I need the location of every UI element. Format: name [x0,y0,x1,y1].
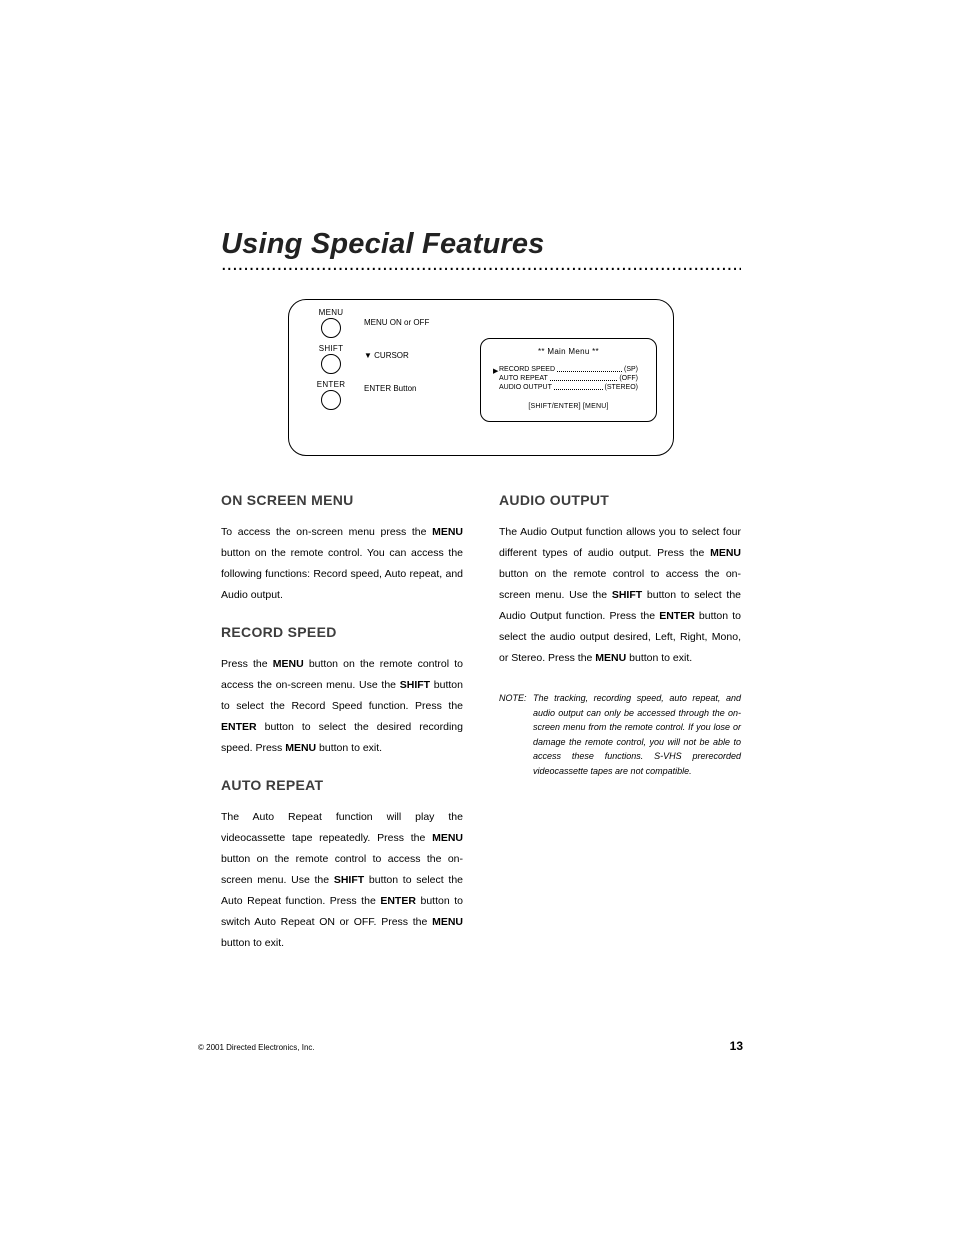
enter-button-icon [321,390,341,410]
play-marker-icon: ▶ [493,367,498,375]
on-screen-menu-heading: ON SCREEN MENU [221,492,463,508]
menu-button-label: MENU [311,308,351,317]
left-column: ON SCREEN MENU To access the on-screen m… [221,492,463,972]
menu-desc: MENU ON or OFF [364,318,429,327]
note-text: The tracking, recording speed, auto repe… [533,691,741,778]
copyright-text: © 2001 Directed Electronics, Inc. [198,1043,315,1052]
two-column-layout: ON SCREEN MENU To access the on-screen m… [221,492,741,972]
content-area: Using Special Features .................… [221,228,741,972]
audio-output-body: The Audio Output function allows you to … [499,522,741,669]
dot-fill [554,383,603,390]
enter-button-label: ENTER [311,380,351,389]
shift-button-icon [321,354,341,374]
remote-descriptions: MENU ON or OFF ▼ CURSOR ENTER Button [364,318,429,417]
page-footer: © 2001 Directed Electronics, Inc. 13 [198,1039,743,1053]
osd-row-value: (OFF) [619,375,638,384]
auto-repeat-body: The Auto Repeat function will play the v… [221,807,463,954]
record-speed-heading: RECORD SPEED [221,624,463,640]
enter-desc: ENTER Button [364,384,429,393]
osd-row-value: (STEREO) [605,384,638,393]
auto-repeat-heading: AUTO REPEAT [221,777,463,793]
osd-title: ** Main Menu ** [481,347,656,356]
title-dotted-rule: ........................................… [221,261,741,271]
osd-row-label: RECORD SPEED [499,366,555,375]
right-column: AUDIO OUTPUT The Audio Output function a… [499,492,741,972]
osd-row-value: (SP) [624,366,638,375]
osd-rows: RECORD SPEED (SP) AUTO REPEAT (OFF) AUDIO … [499,366,638,393]
dot-fill [557,365,622,372]
page: Using Special Features .................… [0,0,954,1235]
record-speed-body: Press the MENU button on the remote cont… [221,654,463,759]
on-screen-display: ** Main Menu ** ▶ RECORD SPEED (SP) AUTO … [480,338,657,422]
osd-bottom-hints: [SHIFT/ENTER] [MENU] [481,403,656,410]
osd-row-label: AUDIO OUTPUT [499,384,552,393]
page-number: 13 [730,1039,743,1053]
on-screen-menu-body: To access the on-screen menu press the M… [221,522,463,606]
osd-row-audio-output: AUDIO OUTPUT (STEREO) [499,384,638,393]
menu-button-icon [321,318,341,338]
note-label: NOTE: [499,691,533,706]
osd-row-label: AUTO REPEAT [499,375,548,384]
note-block: NOTE: The tracking, recording speed, aut… [499,687,741,778]
remote-diagram: MENU SHIFT ENTER MENU ON or OFF ▼ CURSOR… [288,299,674,456]
shift-button-label: SHIFT [311,344,351,353]
cursor-desc: ▼ CURSOR [364,351,429,360]
audio-output-heading: AUDIO OUTPUT [499,492,741,508]
diagram-container: MENU SHIFT ENTER MENU ON or OFF ▼ CURSOR… [221,299,741,456]
remote-buttons-column: MENU SHIFT ENTER [311,308,351,416]
page-title: Using Special Features [221,228,741,261]
dot-fill [550,374,618,381]
